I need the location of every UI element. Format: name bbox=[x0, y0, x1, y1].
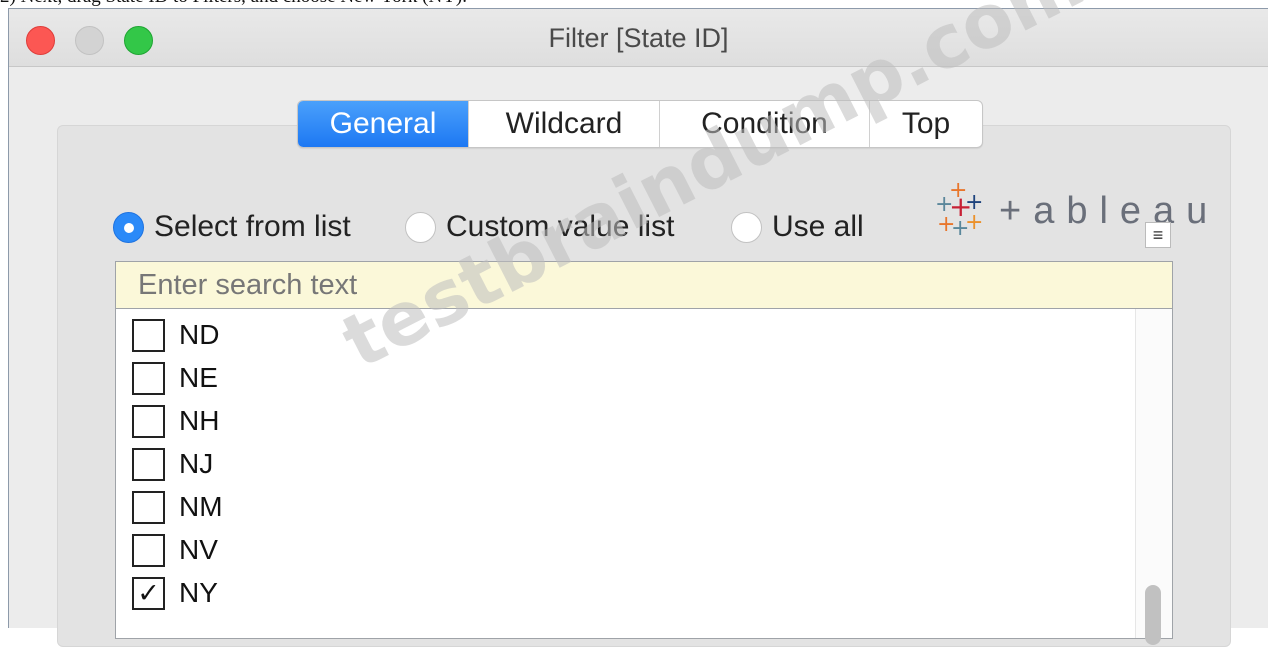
item-label: NH bbox=[179, 405, 220, 436]
title-bar: Filter [State ID] bbox=[9, 9, 1268, 67]
window-title: Filter [State ID] bbox=[548, 23, 729, 53]
radio-custom-value-list[interactable]: Custom value list bbox=[405, 207, 674, 247]
radio-label: Select from list bbox=[154, 210, 351, 243]
checkbox[interactable] bbox=[132, 490, 165, 524]
item-label: NE bbox=[179, 362, 218, 393]
radio-use-all[interactable]: Use all bbox=[731, 207, 864, 247]
radio-select-from-list[interactable]: Select from list bbox=[113, 207, 351, 247]
checkbox[interactable] bbox=[132, 318, 165, 352]
checkbox[interactable] bbox=[132, 404, 165, 438]
radio-button[interactable] bbox=[405, 211, 436, 243]
checkbox-checked[interactable]: ✓ bbox=[132, 576, 165, 610]
radio-label: Use all bbox=[772, 210, 864, 243]
item-label: NM bbox=[179, 491, 223, 522]
radio-button[interactable] bbox=[731, 211, 762, 243]
radio-label: Custom value list bbox=[446, 210, 675, 243]
item-label: NJ bbox=[179, 448, 214, 479]
filter-tabs: General Wildcard Condition Top bbox=[297, 100, 983, 148]
scrollbar-thumb[interactable] bbox=[1145, 585, 1161, 645]
radio-button[interactable] bbox=[113, 211, 144, 243]
list-scrollbar[interactable] bbox=[1135, 309, 1172, 645]
checkbox[interactable] bbox=[132, 361, 165, 395]
list-item[interactable]: NV bbox=[132, 530, 218, 570]
list-item[interactable]: NM bbox=[132, 487, 223, 527]
state-list[interactable]: ND NE NH NJ NM NV ✓ NY bbox=[115, 309, 1173, 645]
tableau-wordmark: +ableau bbox=[999, 189, 1220, 232]
list-item[interactable]: ND bbox=[132, 315, 219, 355]
item-label: NV bbox=[179, 534, 218, 565]
search-input[interactable]: Enter search text bbox=[115, 261, 1173, 309]
item-label: NY bbox=[179, 577, 218, 608]
list-item[interactable]: NJ bbox=[132, 444, 213, 484]
tab-condition[interactable]: Condition bbox=[660, 101, 870, 147]
item-label: ND bbox=[179, 319, 220, 350]
tab-general[interactable]: General bbox=[298, 101, 469, 147]
filter-dialog: Filter [State ID] General Wildcard Condi… bbox=[8, 0, 1268, 647]
list-menu-icon[interactable]: ≡ bbox=[1145, 222, 1171, 248]
list-item[interactable]: NE bbox=[132, 358, 218, 398]
instruction-caption: 2) Next, drag State ID to Filters, and c… bbox=[0, 0, 1268, 8]
tableau-logo: + + + + + + + +ableau bbox=[929, 178, 1220, 241]
list-item[interactable]: NH bbox=[132, 401, 219, 441]
tab-top[interactable]: Top bbox=[870, 101, 982, 147]
checkbox[interactable] bbox=[132, 447, 165, 481]
list-item[interactable]: ✓ NY bbox=[132, 573, 218, 613]
tableau-logo-icon: + + + + + + + bbox=[935, 178, 984, 241]
checkbox[interactable] bbox=[132, 533, 165, 567]
tab-wildcard[interactable]: Wildcard bbox=[469, 101, 660, 147]
